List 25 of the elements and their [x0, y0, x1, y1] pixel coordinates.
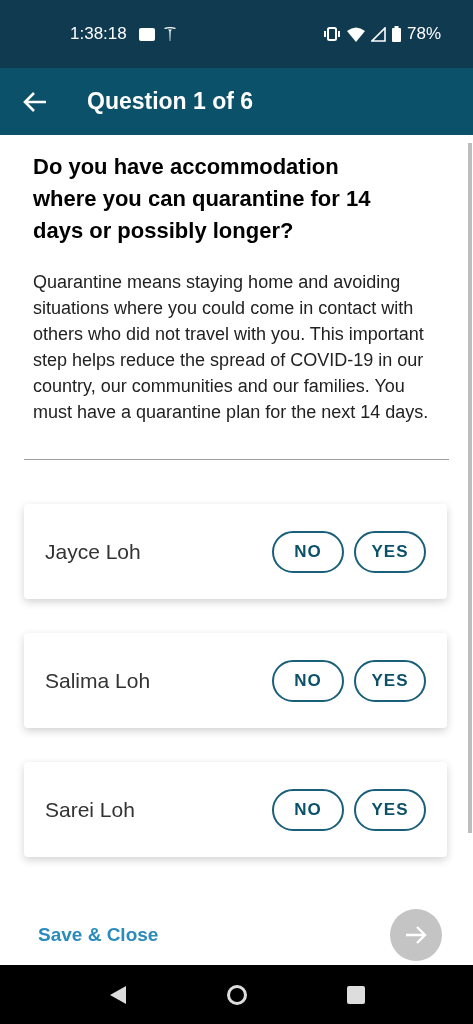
save-close-link[interactable]: Save & Close: [38, 920, 159, 950]
answer-button[interactable]: NO: [272, 659, 344, 702]
question-title: Do you have accommodation where you can quarantine for 14 days or possibly longer?: [33, 153, 372, 245]
traveller-name: Salima Loh: [45, 667, 151, 694]
recents-nav-icon[interactable]: [346, 985, 365, 1004]
answer-button[interactable]: YES: [354, 788, 426, 831]
screen-title: Question 1 of 6: [87, 87, 254, 117]
status-time: 1:38:18: [70, 23, 127, 46]
battery-percent: 78%: [406, 23, 441, 46]
home-nav-icon[interactable]: [226, 984, 247, 1005]
arrow-right-icon: [405, 925, 427, 945]
app-notification-icon: [138, 27, 155, 41]
wifi-icon: [346, 26, 365, 42]
battery-icon: [391, 26, 401, 42]
answer-button[interactable]: YES: [354, 659, 426, 702]
question-description: Quarantine means staying home and avoiding situations where you could come in contact with others who did not travel with you. This important step helps reduce the spread of COVID-19 in our country, our communities and our families. You must have a quarantine plan for the next 14 days.: [33, 271, 430, 424]
back-icon[interactable]: [22, 90, 48, 113]
answer-button[interactable]: NO: [272, 530, 344, 573]
back-nav-icon[interactable]: [108, 984, 127, 1005]
answer-button[interactable]: YES: [354, 530, 426, 573]
vibrate-icon: [322, 27, 341, 41]
traveller-name: Jayce Loh: [45, 538, 141, 565]
signal-icon: [370, 26, 386, 42]
traveller-name: Sarei Loh: [45, 796, 135, 823]
answer-button[interactable]: NO: [272, 788, 344, 831]
